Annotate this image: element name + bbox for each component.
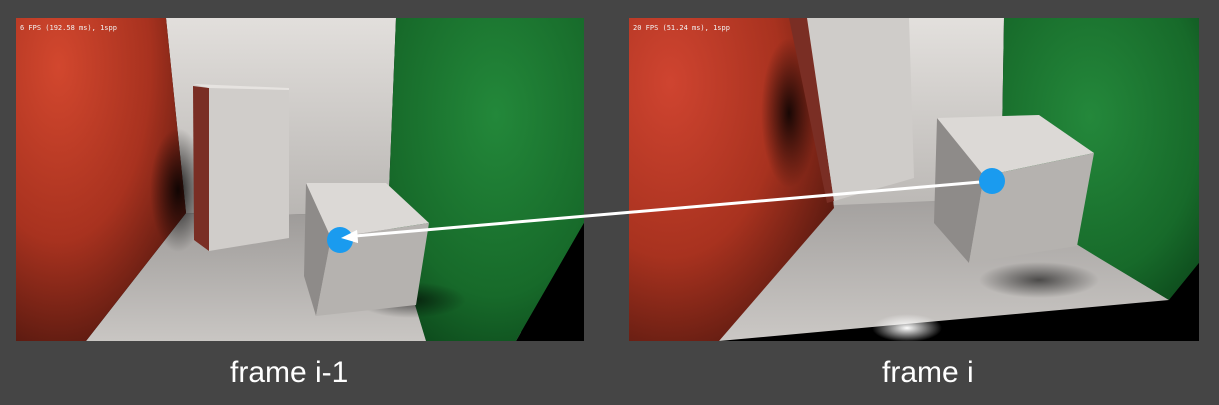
- frame-previous-render: 6 FPS (192.58 ms), 1spp: [16, 18, 584, 341]
- caption-frame-current: frame i: [882, 356, 974, 389]
- light-reflection: [872, 314, 942, 341]
- fps-readout: 6 FPS (192.58 ms), 1spp: [20, 24, 117, 32]
- cornell-box-scene-previous: [16, 18, 584, 341]
- tall-box-front: [209, 88, 289, 251]
- caption-frame-previous: frame i-1: [230, 356, 349, 389]
- short-box-shadow: [979, 262, 1099, 298]
- frame-current-render: 20 FPS (51.24 ms), 1spp: [629, 18, 1199, 341]
- fps-readout: 20 FPS (51.24 ms), 1spp: [633, 24, 730, 32]
- tall-box-side: [193, 86, 209, 251]
- cornell-box-scene-current: [629, 18, 1199, 341]
